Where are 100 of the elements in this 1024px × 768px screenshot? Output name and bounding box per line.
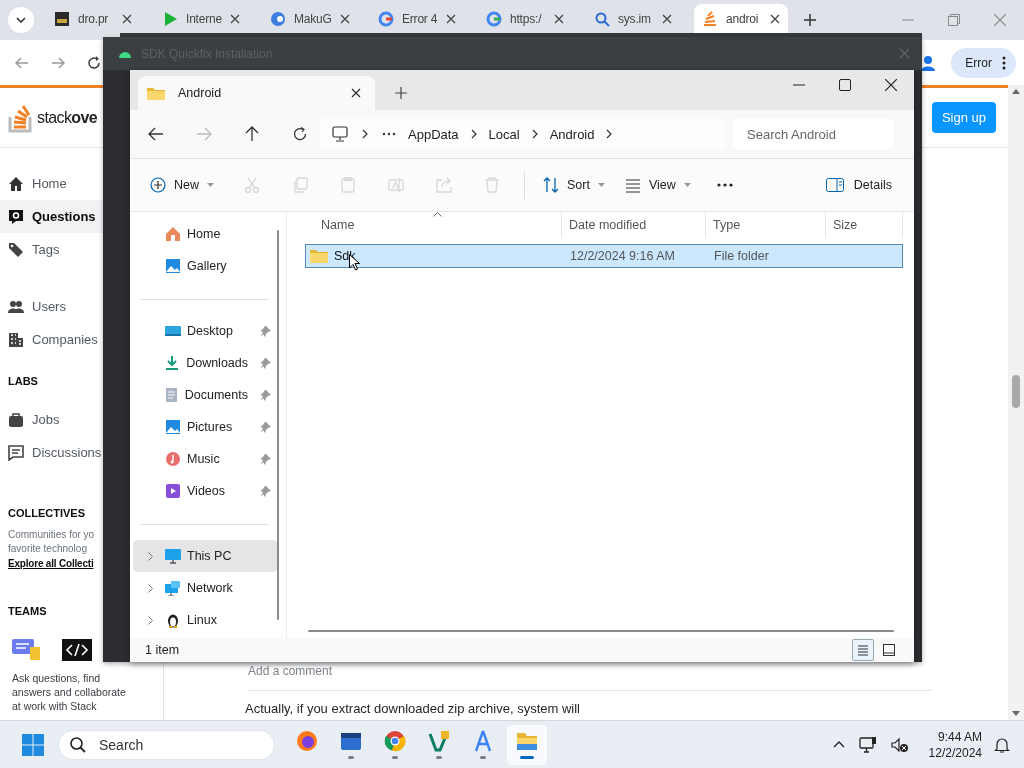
scroll-up-icon [1012,89,1020,94]
up-icon[interactable] [245,126,259,142]
column-header[interactable]: Date modified [562,212,706,238]
site-icon [702,11,718,27]
browser-tab[interactable]: Error 4 [370,4,464,34]
teams-text: answers and collaborate [11,685,126,699]
start-icon[interactable] [22,733,44,756]
tab-title: androi [726,12,760,26]
refresh-icon[interactable] [293,127,307,141]
bell-icon[interactable] [994,736,1010,753]
breadcrumb-item[interactable]: Android [549,126,595,142]
search-field[interactable]: Search Android [733,119,893,149]
section-heading: COLLECTIVES [7,507,85,519]
tab-list-button[interactable] [8,7,34,33]
site-icon [54,11,70,27]
logo-text: stackove [37,108,98,127]
profile-button[interactable]: Error [951,47,1016,78]
scrollbar[interactable] [308,630,894,632]
scrollbar[interactable] [1008,85,1024,720]
monitor-icon[interactable] [332,126,348,142]
table-cell-text: File folder [713,249,770,263]
list-icon [856,643,870,657]
chevron-up-icon[interactable] [832,741,845,748]
folder-icon [146,85,166,101]
new-icon [150,177,166,193]
nav-link[interactable]: Questions [0,200,103,233]
collectives-text: Communities for yo [7,528,95,542]
browser-tab[interactable]: MakuG [262,4,356,34]
browser-tab[interactable]: androi [694,4,788,34]
site-icon [486,11,502,27]
nav-link[interactable]: Tags [0,233,103,266]
column-header[interactable]: Type [706,212,826,238]
monitor-icon [165,548,181,564]
column-header[interactable]: Name [305,212,562,238]
nav-item[interactable]: Desktop [133,315,277,347]
new-button[interactable]: New [144,169,224,201]
browser-tab[interactable]: Interne [154,4,248,34]
nav-item[interactable]: Music [133,443,277,475]
scroll-down-icon [1012,711,1020,716]
site-icon [270,11,286,27]
maximize-icon[interactable] [839,79,851,91]
clock-time[interactable]: 9:44 AM [937,728,982,745]
nav-item[interactable]: Network [133,572,277,604]
new-tab-icon[interactable] [804,14,816,26]
close-icon[interactable] [885,79,897,91]
close-icon [351,88,361,98]
browser-tab[interactable]: dro.pr [46,4,140,34]
nav-item[interactable]: Videos [133,475,277,507]
chevron-icon [470,129,477,139]
new-tab-icon[interactable] [395,87,407,99]
clock-date[interactable]: 12/2/2024 [928,744,982,761]
nav-item[interactable]: Documents [133,379,277,411]
breadcrumb-item[interactable]: AppData [408,126,459,142]
breadcrumb-item[interactable]: Local [488,126,520,142]
copy-icon [292,177,308,193]
view-button[interactable]: View [618,169,697,201]
nav-link[interactable]: Discussions [0,436,102,469]
nav-item[interactable]: Gallery [133,250,277,282]
tab-title: dro.pr [78,12,110,26]
nav-item[interactable]: Home [133,218,277,250]
speaker-muted-icon[interactable] [890,736,909,753]
nav-item[interactable]: Downloads [133,347,277,379]
forward-icon[interactable] [51,56,65,69]
nav-link[interactable]: Companies [0,323,103,356]
search-icon [70,736,86,753]
details-button[interactable]: Details [819,169,898,201]
column-header[interactable]: Size [826,212,903,238]
video-icon [165,483,181,499]
nav-link[interactable]: Jobs [0,403,60,436]
scrollbar-thumb[interactable] [1012,375,1020,408]
close-icon [770,14,780,24]
taskbar-app[interactable] [507,724,547,765]
close-icon [662,14,672,24]
sort-icon [543,177,559,193]
nav-link[interactable]: Users [0,290,103,323]
picture-icon [165,419,181,435]
briefcase-icon [8,411,24,428]
download-icon [164,355,181,371]
monitor-icon[interactable] [858,736,877,753]
close-icon [339,14,350,24]
explore-link[interactable]: Explore all Collecti [0,558,94,569]
add-comment-link[interactable]: Add a comment [248,664,933,691]
profile-icon[interactable] [919,53,938,72]
more-icon [1002,55,1006,70]
reload-icon[interactable] [87,55,101,70]
tab-title: sys.im [618,12,652,26]
explorer-tab[interactable]: Android [138,76,375,110]
restore-icon[interactable] [948,14,960,26]
back-icon[interactable] [148,127,164,141]
site-icon [594,11,610,27]
browser-tab[interactable]: sys.im [586,4,680,34]
nav-item[interactable]: Pictures [133,411,277,443]
site-icon [378,11,394,27]
nav-link[interactable]: Home [0,167,103,200]
nav-item[interactable]: Linux [133,604,277,636]
browser-tab[interactable]: https:/ [478,4,572,34]
search-field[interactable]: Search [58,729,275,760]
sort-button[interactable]: Sort [537,169,611,201]
more-icon[interactable] [382,132,396,136]
nav-item[interactable]: This PC [133,540,277,572]
